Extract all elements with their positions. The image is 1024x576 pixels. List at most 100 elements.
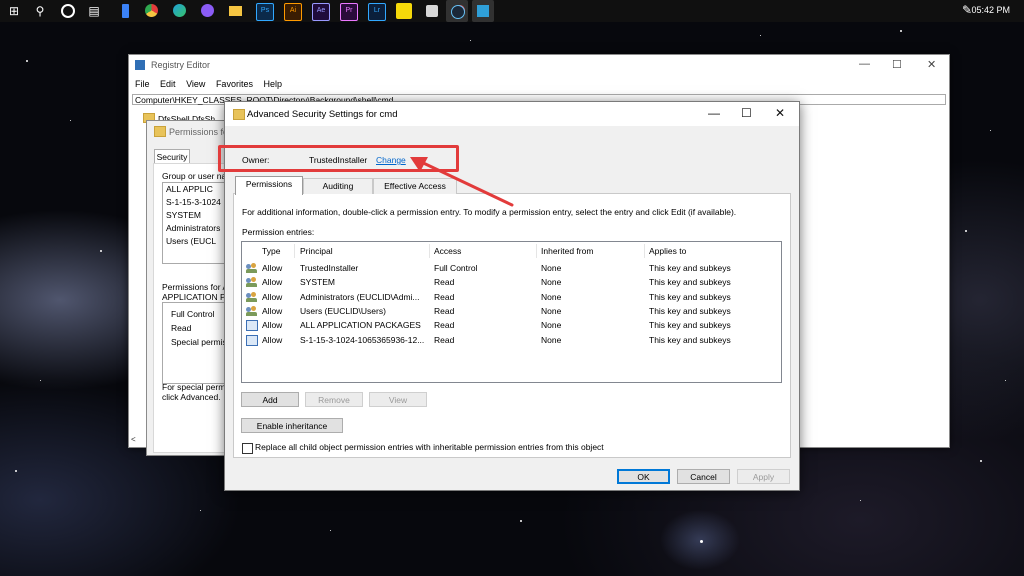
- table-row[interactable]: Allow Users (EUCLID\Users) Read None This ke…: [242, 304, 781, 318]
- table-row[interactable]: Allow Administrators (EUCLID\Admi... Read N…: [242, 290, 781, 304]
- remove-button[interactable]: Remove: [305, 392, 363, 407]
- list-item[interactable]: Users (EUCL: [163, 235, 233, 248]
- cell-principal: SYSTEM: [300, 277, 335, 288]
- cell-access: Full Control: [434, 263, 478, 273]
- minimize-icon[interactable]: —: [708, 106, 720, 120]
- cell-inherited: None: [541, 334, 562, 345]
- tab-auditing[interactable]: Auditing: [303, 178, 373, 194]
- list-item[interactable]: Administrators: [163, 222, 233, 235]
- app-package-icon: [246, 334, 258, 346]
- search-icon[interactable]: ⚲: [32, 3, 48, 19]
- premiere-icon[interactable]: Pr: [340, 3, 358, 21]
- view-button[interactable]: View: [369, 392, 427, 407]
- scroll-left-arrow[interactable]: <: [131, 435, 136, 444]
- column-header-principal[interactable]: Principal: [300, 246, 333, 256]
- close-icon[interactable]: ✕: [927, 58, 936, 71]
- close-icon[interactable]: ✕: [775, 106, 785, 120]
- maximize-icon[interactable]: ☐: [741, 106, 752, 120]
- windows-start-icon[interactable]: ⊞: [6, 3, 22, 19]
- minimize-icon[interactable]: —: [859, 58, 870, 70]
- cell-principal: S-1-15-3-1024-1065365936-12...: [300, 334, 425, 345]
- column-header-inherited-from[interactable]: Inherited from: [541, 246, 593, 256]
- special-permissions-text-2: click Advanced.: [162, 392, 221, 402]
- cell-applies: This key and subkeys: [649, 277, 731, 288]
- menu-file[interactable]: File: [135, 79, 150, 89]
- table-row[interactable]: Allow S-1-15-3-1024-1065365936-12... Read N…: [242, 333, 781, 347]
- column-header-access[interactable]: Access: [434, 246, 461, 256]
- lightroom-icon[interactable]: Lr: [368, 3, 386, 21]
- cell-principal: ALL APPLICATION PACKAGES: [300, 320, 421, 331]
- cell-access: Read: [434, 305, 455, 316]
- apply-button[interactable]: Apply: [737, 469, 790, 484]
- folder-icon: [154, 126, 166, 137]
- permission-item: Full Control: [171, 309, 215, 319]
- user-group-icon: [246, 277, 257, 288]
- menu-favorites[interactable]: Favorites: [216, 79, 253, 89]
- add-button[interactable]: Add: [241, 392, 299, 407]
- file-explorer-icon[interactable]: [228, 3, 244, 19]
- clock[interactable]: 05:42 PM: [971, 5, 1010, 15]
- dialog-title: Permissions fo: [169, 127, 229, 137]
- user-group-icon: [246, 263, 257, 273]
- cell-applies: This key and subkeys: [649, 334, 731, 345]
- table-row[interactable]: Allow SYSTEM Read None This key and subkeys: [242, 275, 781, 289]
- cortana-icon[interactable]: [60, 3, 76, 19]
- chrome-icon[interactable]: [144, 3, 160, 19]
- maps-icon[interactable]: [424, 3, 440, 19]
- ok-button[interactable]: OK: [617, 469, 670, 484]
- cancel-button[interactable]: Cancel: [677, 469, 730, 484]
- cell-applies: This key and subkeys: [649, 291, 731, 302]
- cell-inherited: None: [541, 263, 562, 273]
- phone-icon[interactable]: [118, 3, 134, 19]
- tab-security[interactable]: Security: [154, 149, 190, 164]
- cell-inherited: None: [541, 277, 562, 288]
- steam-icon[interactable]: [446, 0, 468, 22]
- user-group-icon: [246, 305, 257, 316]
- photoshop-icon[interactable]: Ps: [256, 3, 274, 21]
- permission-item: Read: [171, 323, 192, 333]
- task-view-icon[interactable]: ▤: [86, 3, 102, 19]
- list-item[interactable]: SYSTEM: [163, 209, 233, 222]
- cell-access: Read: [434, 334, 455, 345]
- cell-type: Allow: [262, 291, 283, 302]
- title-bar: Advanced Security Settings for cmd — ☐ ✕: [225, 102, 799, 126]
- cell-applies: This key and subkeys: [649, 305, 731, 316]
- table-row[interactable]: Allow ALL APPLICATION PACKAGES Read None Thi…: [242, 318, 781, 332]
- browser-purple-icon[interactable]: [200, 3, 216, 19]
- column-header-type[interactable]: Type: [262, 246, 280, 256]
- menu-edit[interactable]: Edit: [160, 79, 176, 89]
- menu-view[interactable]: View: [186, 79, 205, 89]
- window-title: Registry Editor: [151, 60, 211, 70]
- permission-entries-label: Permission entries:: [242, 227, 315, 237]
- list-item[interactable]: ALL APPLIC: [163, 183, 233, 196]
- menu-help[interactable]: Help: [263, 79, 282, 89]
- tab-effective-access[interactable]: Effective Access: [373, 178, 457, 194]
- cell-type: Allow: [262, 277, 283, 288]
- cell-type: Allow: [262, 263, 283, 273]
- cell-applies: This key and subkeys: [649, 263, 731, 273]
- info-text: For additional information, double-click…: [242, 207, 737, 217]
- illustrator-icon[interactable]: Ai: [284, 3, 302, 21]
- list-item[interactable]: S-1-15-3-1024: [163, 196, 233, 209]
- tab-permissions[interactable]: Permissions: [235, 176, 303, 195]
- group-label: Group or user na: [162, 171, 227, 181]
- table-row[interactable]: Allow TrustedInstaller Full Control None Thi…: [242, 261, 781, 275]
- special-permissions-text: For special permis: [162, 382, 232, 392]
- replace-child-permissions-checkbox[interactable]: [242, 443, 253, 454]
- menu-bar: File Edit View Favorites Help: [135, 79, 290, 89]
- permissions-for-label: Permissions for AL: [162, 282, 233, 292]
- registry-editor-icon[interactable]: [472, 0, 494, 22]
- sticky-notes-icon[interactable]: [396, 3, 412, 19]
- enable-inheritance-button[interactable]: Enable inheritance: [241, 418, 343, 433]
- taskbar: ⊞ ⚲ ▤ Ps Ai Ae Pr Lr ✎ 05:42 PM: [0, 0, 1024, 22]
- cell-principal: TrustedInstaller: [300, 263, 359, 273]
- cell-type: Allow: [262, 334, 283, 345]
- cell-inherited: None: [541, 305, 562, 316]
- edge-icon[interactable]: [172, 3, 188, 19]
- after-effects-icon[interactable]: Ae: [312, 3, 330, 21]
- registry-editor-icon: [135, 60, 145, 70]
- permission-entries-table[interactable]: Type Principal Access Inherited from App…: [241, 241, 782, 383]
- dialog-title: Advanced Security Settings for cmd: [247, 109, 398, 120]
- column-header-applies-to[interactable]: Applies to: [649, 246, 686, 256]
- maximize-icon[interactable]: ☐: [892, 58, 902, 71]
